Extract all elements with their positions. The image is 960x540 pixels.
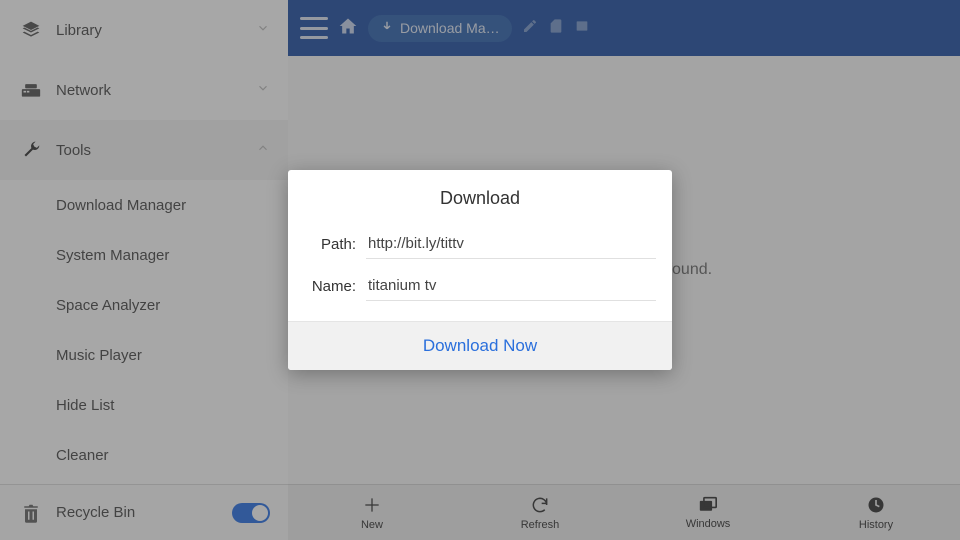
name-input[interactable]: titanium tv	[366, 271, 656, 301]
path-label: Path:	[304, 236, 356, 253]
name-label: Name:	[304, 278, 356, 295]
download-now-button[interactable]: Download Now	[288, 321, 672, 370]
path-row: Path: http://bit.ly/tittv	[288, 223, 672, 265]
download-dialog: Download Path: http://bit.ly/tittv Name:…	[288, 170, 672, 370]
modal-scrim[interactable]: Download Path: http://bit.ly/tittv Name:…	[0, 0, 960, 540]
name-row: Name: titanium tv	[288, 265, 672, 307]
dialog-title: Download	[288, 170, 672, 223]
path-input[interactable]: http://bit.ly/tittv	[366, 229, 656, 259]
